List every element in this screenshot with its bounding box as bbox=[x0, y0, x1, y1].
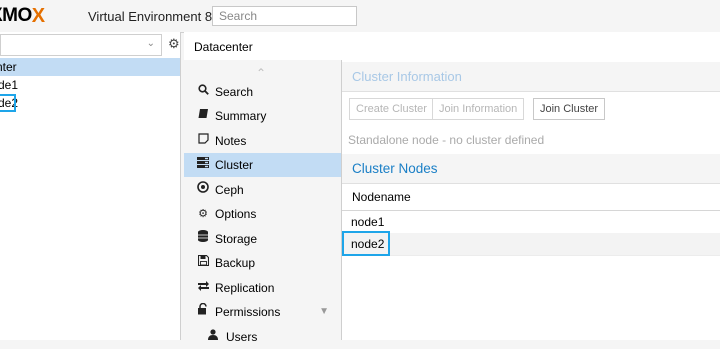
node2-row-highlight-box bbox=[342, 231, 390, 256]
nav-label: Notes bbox=[215, 134, 247, 148]
nav-item-search[interactable]: Search bbox=[184, 80, 341, 104]
ceph-icon bbox=[196, 178, 210, 202]
tree-item-label: de1 bbox=[0, 78, 19, 92]
nav-label: Search bbox=[215, 85, 254, 99]
gear-icon[interactable]: ⚙ bbox=[168, 36, 180, 52]
nav-item-backup[interactable]: Backup bbox=[184, 251, 341, 275]
cluster-information-header: Cluster Information bbox=[342, 62, 720, 92]
tree-item-datacenter[interactable]: nter bbox=[0, 58, 180, 76]
logo-text: XMO bbox=[0, 5, 32, 26]
nav-item-cluster[interactable]: Cluster bbox=[184, 153, 341, 177]
column-header-label: Nodename bbox=[352, 190, 411, 204]
breadcrumb-bar bbox=[184, 32, 720, 61]
nav-item-replication[interactable]: Replication bbox=[184, 276, 341, 300]
table-row[interactable]: node1 bbox=[342, 211, 720, 234]
chevron-down-icon[interactable]: ▼ bbox=[319, 300, 329, 324]
table-row[interactable]: node2 bbox=[342, 233, 720, 256]
breadcrumb: Datacenter bbox=[194, 40, 253, 54]
notes-icon bbox=[196, 129, 210, 153]
nav-label: Users bbox=[226, 330, 258, 344]
tree-item-node2[interactable]: de2 bbox=[0, 94, 180, 112]
nav-item-permissions[interactable]: Permissions ▼ bbox=[184, 300, 341, 324]
nav-item-notes[interactable]: Notes bbox=[184, 129, 341, 153]
database-icon bbox=[196, 227, 210, 251]
tree-node2-highlight-box bbox=[0, 94, 16, 112]
nav-label: Cluster bbox=[215, 158, 254, 172]
nav-item-summary[interactable]: Summary bbox=[184, 104, 341, 128]
nav-item-storage[interactable]: Storage bbox=[184, 227, 341, 251]
unlock-icon bbox=[196, 300, 210, 324]
create-cluster-button[interactable]: Create Cluster bbox=[349, 98, 434, 120]
logo-x-mark: X bbox=[31, 4, 46, 27]
nav-label: Options bbox=[215, 207, 257, 221]
cluster-status-text: Standalone node - no cluster defined bbox=[348, 133, 545, 147]
column-header-nodename[interactable]: Nodename bbox=[342, 184, 720, 211]
tree-item-label: nter bbox=[0, 60, 17, 74]
join-information-button[interactable]: Join Information bbox=[432, 98, 525, 120]
nav-label: Backup bbox=[215, 256, 256, 270]
search-input[interactable] bbox=[213, 7, 356, 25]
user-icon bbox=[206, 325, 220, 349]
chevron-up-icon[interactable]: ⌃ bbox=[256, 66, 266, 80]
chevron-down-icon[interactable]: ⌄ bbox=[147, 38, 155, 49]
retweet-icon bbox=[196, 276, 210, 300]
nav-label: Summary bbox=[215, 109, 267, 123]
book-icon bbox=[196, 104, 210, 128]
nav-item-users[interactable]: Users bbox=[184, 325, 341, 349]
floppy-icon bbox=[196, 251, 210, 275]
view-selector[interactable]: ⌄ bbox=[0, 34, 162, 56]
tree-item-node1[interactable]: de1 bbox=[0, 76, 180, 94]
gear-icon: ⚙ bbox=[198, 208, 208, 220]
proxmox-logo[interactable]: XMOX bbox=[0, 4, 46, 27]
nav-label: Ceph bbox=[215, 183, 244, 197]
nav-label: Replication bbox=[215, 281, 275, 295]
join-cluster-button[interactable]: Join Cluster bbox=[533, 98, 606, 120]
node-name-cell: node1 bbox=[351, 215, 385, 229]
cluster-nodes-header: Cluster Nodes bbox=[342, 154, 720, 184]
search-icon bbox=[196, 80, 210, 104]
nav-label: Permissions bbox=[215, 305, 281, 319]
search-box[interactable] bbox=[212, 6, 357, 26]
nav-item-ceph[interactable]: Ceph bbox=[184, 178, 341, 202]
nav-item-options[interactable]: ⚙ Options bbox=[184, 202, 341, 226]
nav-label: Storage bbox=[215, 232, 258, 246]
cluster-icon bbox=[196, 153, 210, 177]
